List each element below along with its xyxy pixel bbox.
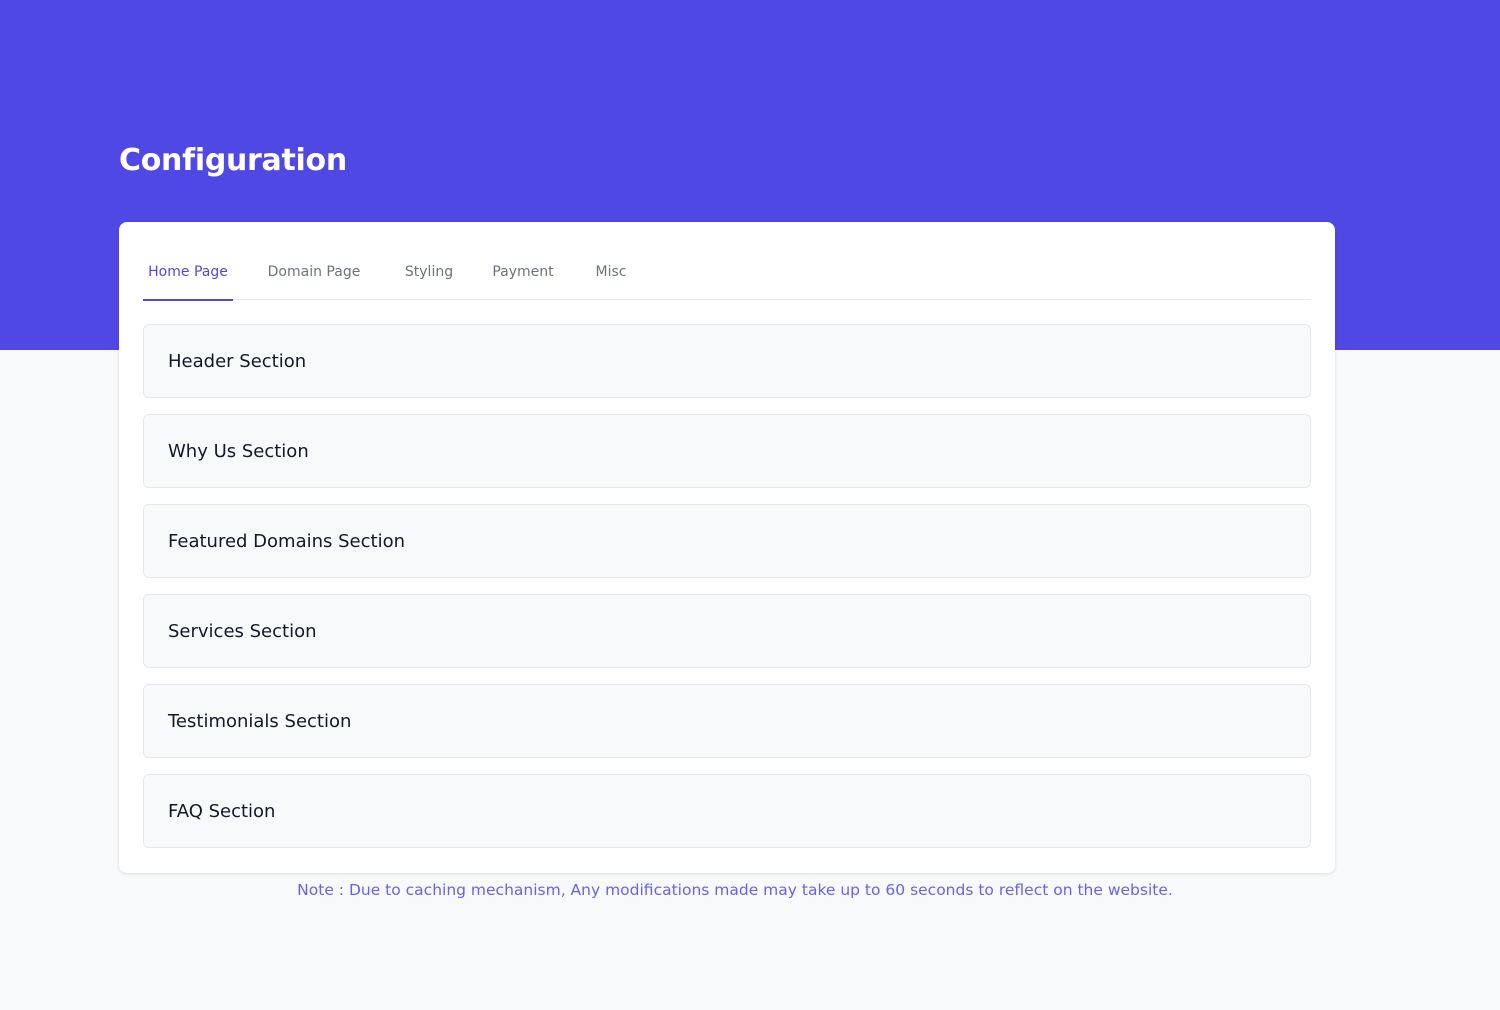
- section-item-header[interactable]: Header Section: [143, 324, 1311, 398]
- tab-bar: Home Page Domain Page Styling Payment Mi…: [143, 222, 1311, 301]
- caching-note: Note : Due to caching mechanism, Any mod…: [297, 881, 1173, 899]
- section-item-faq[interactable]: FAQ Section: [143, 774, 1311, 848]
- section-item-label: Testimonials Section: [168, 710, 352, 732]
- section-item-why-us[interactable]: Why Us Section: [143, 414, 1311, 488]
- section-item-label: Featured Domains Section: [168, 530, 405, 552]
- section-item-label: Services Section: [168, 620, 317, 642]
- section-item-label: FAQ Section: [168, 800, 276, 822]
- page-title: Configuration: [119, 143, 347, 178]
- section-item-services[interactable]: Services Section: [143, 594, 1311, 668]
- section-item-featured-domains[interactable]: Featured Domains Section: [143, 504, 1311, 578]
- tab-misc[interactable]: Misc: [591, 222, 631, 300]
- tab-styling[interactable]: Styling: [400, 222, 458, 300]
- tab-payment[interactable]: Payment: [488, 222, 558, 300]
- tab-home-page[interactable]: Home Page: [143, 222, 233, 301]
- section-item-label: Header Section: [168, 350, 307, 372]
- section-item-label: Why Us Section: [168, 440, 309, 462]
- configuration-card: Home Page Domain Page Styling Payment Mi…: [119, 222, 1335, 873]
- section-list: Header Section Why Us Section Featured D…: [143, 324, 1311, 864]
- tab-domain-page[interactable]: Domain Page: [264, 222, 364, 300]
- section-item-testimonials[interactable]: Testimonials Section: [143, 684, 1311, 758]
